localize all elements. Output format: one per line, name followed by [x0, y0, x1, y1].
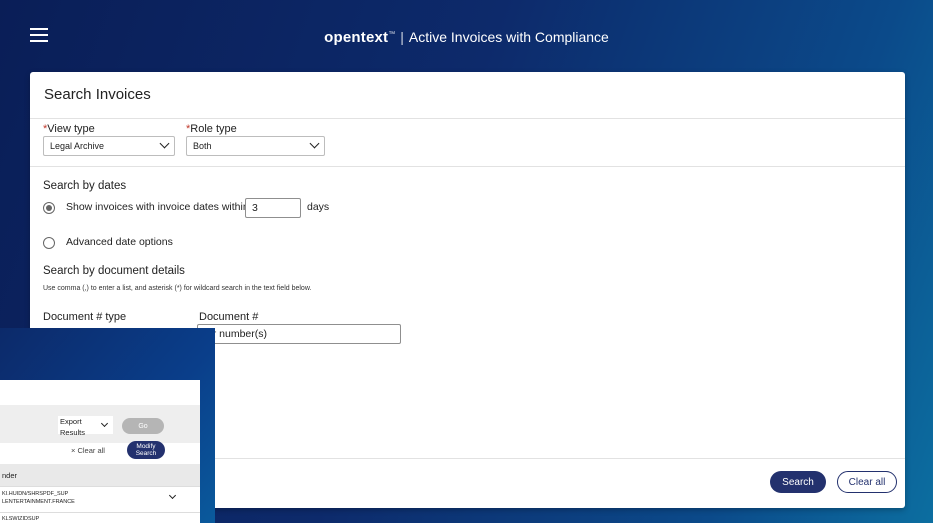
view-type-select[interactable]: Legal Archive — [43, 136, 175, 156]
dates-within-label: Show invoices with invoice dates within — [66, 201, 249, 213]
clear-all-link[interactable]: × Clear all — [71, 446, 105, 455]
export-label: Export — [60, 417, 82, 426]
role-type-label: *Role type — [186, 123, 237, 135]
column-header-label: nder — [2, 471, 18, 480]
divider — [30, 166, 905, 167]
divider — [30, 118, 905, 119]
brand-logo: opentext — [324, 29, 389, 46]
days-input[interactable] — [245, 198, 301, 218]
table-row[interactable]: KI.HUIDN/SHRSPDF_SUP LENTERTAINMENT.FRAN… — [0, 486, 200, 513]
document-type-label: Document # type — [43, 311, 127, 323]
trademark: ™ — [388, 31, 396, 39]
clear-all-button[interactable]: Clear all — [837, 471, 897, 493]
results-label: Results — [60, 428, 86, 437]
radio-advanced-dates[interactable] — [43, 237, 55, 249]
days-unit-label: days — [307, 201, 330, 213]
header-separator: | — [400, 29, 404, 45]
radio-dates-within[interactable] — [43, 202, 55, 214]
go-button[interactable]: Go — [122, 418, 164, 434]
chevron-down-icon — [159, 138, 170, 149]
page-title: Search Invoices — [44, 86, 151, 103]
results-preview-window: Export Results Go × Clear all Modify Sear… — [0, 380, 200, 523]
search-by-document-heading: Search by document details — [43, 265, 185, 277]
view-type-label: *View type — [43, 123, 95, 135]
modify-search-button[interactable]: Modify Search — [127, 441, 165, 459]
results-column-header — [0, 464, 200, 486]
chevron-down-icon — [309, 138, 320, 149]
document-number-input[interactable]: ter number(s) — [197, 324, 401, 344]
app-header: opentext™ | Active Invoices with Complianc… — [0, 29, 933, 46]
role-type-select[interactable]: Both — [186, 136, 325, 156]
app-title: Active Invoices with Compliance — [408, 29, 609, 45]
chevron-down-icon[interactable] — [168, 491, 177, 500]
document-number-label: Document # — [199, 311, 259, 323]
search-button[interactable]: Search — [770, 471, 826, 493]
table-row[interactable]: KLSWIZIDSUP — [0, 512, 200, 523]
search-by-dates-heading: Search by dates — [43, 180, 127, 192]
advanced-date-options-label: Advanced date options — [66, 236, 173, 248]
top-bar: opentext™ | Active Invoices with Complianc… — [0, 0, 933, 72]
wildcard-hint: Use comma (,) to enter a list, and aster… — [43, 285, 312, 292]
